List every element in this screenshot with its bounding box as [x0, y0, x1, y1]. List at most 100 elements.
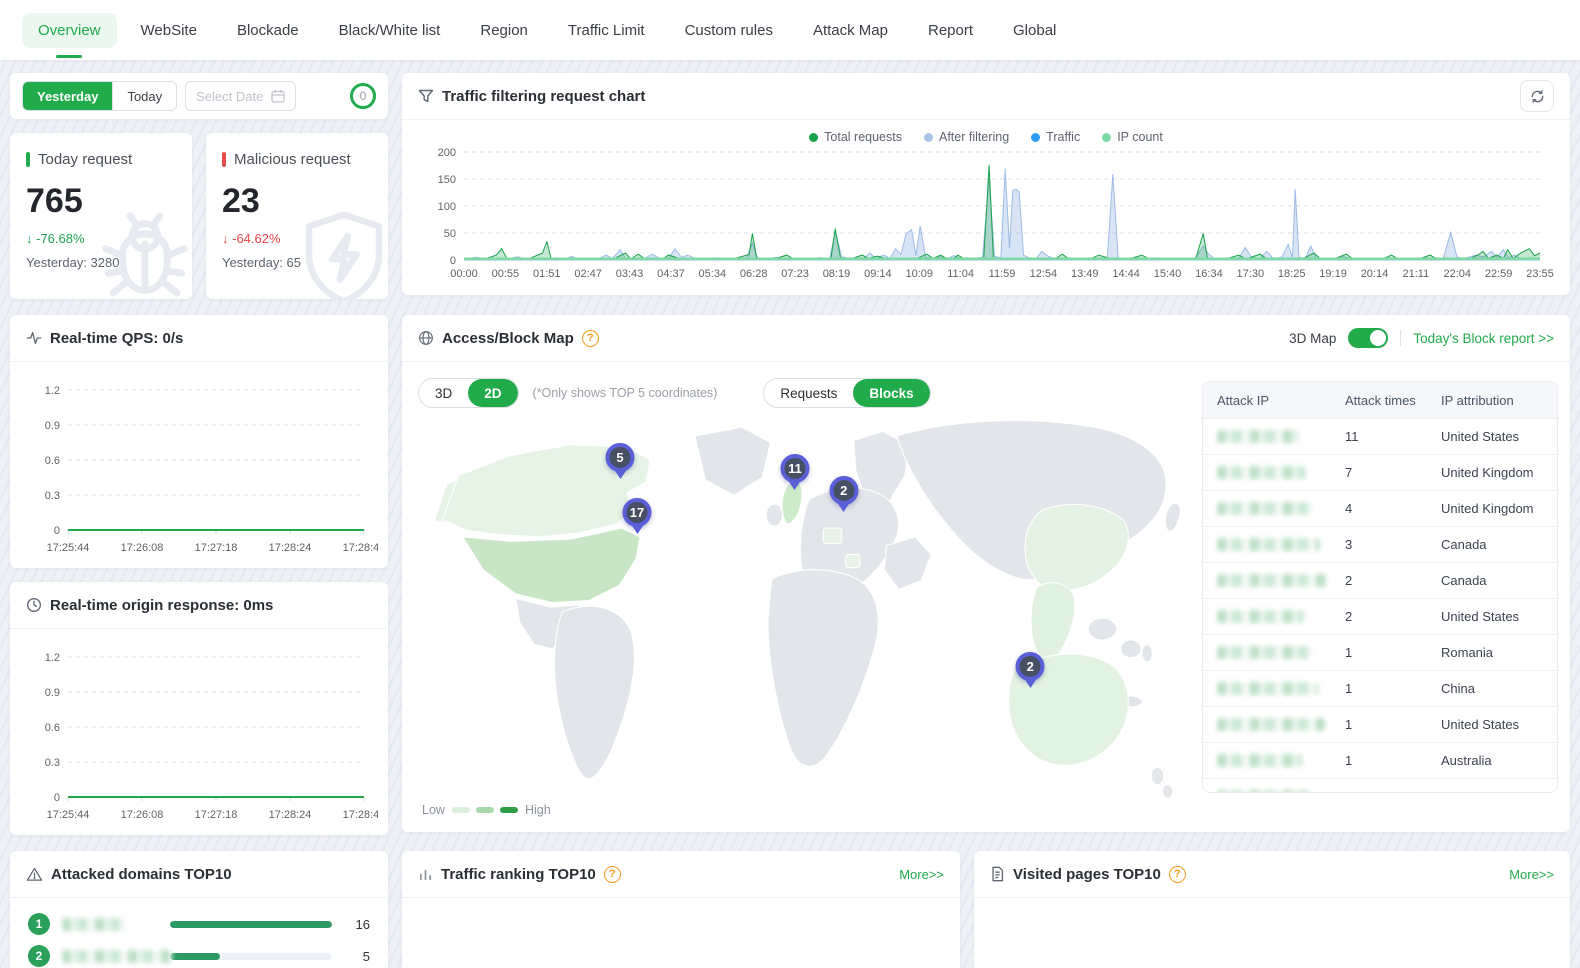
map-pin[interactable]: 11 — [780, 454, 809, 496]
svg-text:08:19: 08:19 — [823, 268, 851, 280]
svg-text:1.2: 1.2 — [45, 652, 60, 664]
redacted-attack-ip — [1217, 754, 1302, 767]
svg-text:1.2: 1.2 — [45, 385, 60, 397]
svg-text:17:25:44: 17:25:44 — [47, 542, 90, 554]
map-pin[interactable]: 2 — [1016, 652, 1045, 694]
date-range-toolbar: Yesterday Today Select Date 0 — [10, 73, 388, 119]
svg-text:0.9: 0.9 — [45, 420, 60, 432]
nav-tab-attack-map[interactable]: Attack Map — [797, 13, 904, 48]
map-pin-value: 17 — [623, 498, 652, 527]
map-pin-value: 11 — [780, 454, 809, 483]
refresh-countdown-badge[interactable]: 0 — [350, 83, 376, 109]
attacked-domains-title: Attacked domains TOP10 — [51, 866, 232, 883]
svg-text:0.9: 0.9 — [45, 687, 60, 699]
redacted-attack-ip — [1217, 790, 1309, 793]
map-pin-value: 2 — [829, 476, 858, 505]
nav-tab-blockade[interactable]: Blockade — [221, 13, 315, 48]
ip-attribution: Australia — [1441, 753, 1543, 768]
attack-table-row: 1Romania — [1203, 634, 1557, 670]
nav-tab-overview[interactable]: Overview — [22, 13, 117, 48]
svg-text:17:30: 17:30 — [1237, 268, 1265, 280]
nav-tab-traffic-limit[interactable]: Traffic Limit — [552, 13, 661, 48]
map-pin[interactable]: 5 — [606, 443, 635, 485]
traffic-ranking-more-link[interactable]: More>> — [899, 867, 944, 882]
svg-text:150: 150 — [438, 174, 456, 186]
redacted-attack-ip — [1217, 574, 1327, 587]
svg-text:0.6: 0.6 — [45, 722, 60, 734]
legend-item[interactable]: Total requests — [809, 130, 902, 144]
ip-attribution: United Kingdom — [1441, 501, 1543, 516]
map-mode-3d[interactable]: 3D — [419, 379, 468, 407]
svg-text:16:34: 16:34 — [1195, 268, 1223, 280]
attack-table-row: 11United States — [1203, 418, 1557, 454]
legend-item[interactable]: After filtering — [924, 130, 1009, 144]
redacted-attack-ip — [1217, 610, 1304, 623]
redacted-attack-ip — [1217, 682, 1318, 695]
svg-text:0.6: 0.6 — [45, 455, 60, 467]
redacted-attack-ip — [1217, 646, 1311, 659]
map-filter-blocks[interactable]: Blocks — [853, 379, 929, 407]
visited-pages-help-icon[interactable]: ? — [1169, 866, 1186, 883]
world-map[interactable]: 5 17 11 2 2 — [418, 414, 1192, 798]
map-mode-segment: 3D2D — [418, 378, 519, 408]
svg-text:0: 0 — [54, 525, 60, 537]
domain-attack-count: 16 — [344, 917, 370, 932]
nav-tab-black-white-list[interactable]: Black/White list — [323, 13, 457, 48]
map-mode-2d[interactable]: 2D — [468, 379, 517, 407]
todays-block-report-link[interactable]: Today's Block report >> — [1413, 331, 1554, 346]
map-pin[interactable]: 2 — [829, 476, 858, 518]
attack-times: 1 — [1345, 681, 1441, 696]
redacted-attack-ip — [1217, 502, 1313, 515]
visited-pages-title: Visited pages TOP10 — [1013, 866, 1161, 883]
attack-table-row: 2Canada — [1203, 562, 1557, 598]
nav-tab-website[interactable]: WebSite — [125, 13, 213, 48]
nav-tab-global[interactable]: Global — [997, 13, 1072, 48]
svg-text:00:00: 00:00 — [450, 268, 478, 280]
map-pin-value: 5 — [606, 443, 635, 472]
svg-text:17:28:24: 17:28:24 — [269, 542, 312, 554]
today-button[interactable]: Today — [112, 82, 176, 110]
attack-times: 1 — [1345, 789, 1441, 793]
svg-text:100: 100 — [438, 201, 456, 213]
divider — [1400, 330, 1401, 346]
legend-item[interactable]: Traffic — [1031, 130, 1080, 144]
svg-text:17:27:18: 17:27:18 — [195, 542, 238, 554]
legend-dot — [809, 133, 818, 142]
origin-response-chart[interactable]: 00.30.60.91.217:25:4417:26:0817:27:1817:… — [20, 643, 378, 823]
traffic-ranking-help-icon[interactable]: ? — [604, 866, 621, 883]
qps-chart[interactable]: 00.30.60.91.217:25:4417:26:0817:27:1817:… — [20, 376, 378, 556]
redacted-attack-ip — [1217, 466, 1306, 479]
3d-map-toggle[interactable] — [1348, 328, 1388, 348]
select-date-field[interactable]: Select Date — [185, 81, 296, 111]
yesterday-button[interactable]: Yesterday — [23, 82, 112, 110]
realtime-origin-response-card: Real-time origin response: 0ms 00.30.60.… — [10, 582, 388, 835]
map-help-icon[interactable]: ? — [582, 330, 599, 347]
svg-text:17:27:18: 17:27:18 — [195, 809, 238, 821]
visited-pages-more-link[interactable]: More>> — [1509, 867, 1554, 882]
map-filter-requests[interactable]: Requests — [764, 379, 853, 407]
legend-item[interactable]: IP count — [1102, 130, 1163, 144]
nav-tab-region[interactable]: Region — [464, 13, 544, 48]
attack-table-row: 1Australia — [1203, 742, 1557, 778]
date-range-segment: Yesterday Today — [22, 81, 177, 111]
attack-table-row: 3Canada — [1203, 526, 1557, 562]
attack-times: 4 — [1345, 501, 1441, 516]
bar-chart-icon — [418, 867, 433, 882]
legend-low-label: Low — [422, 803, 445, 817]
attack-times: 3 — [1345, 537, 1441, 552]
map-pin[interactable]: 17 — [623, 498, 652, 540]
svg-text:21:11: 21:11 — [1402, 268, 1429, 280]
3d-map-toggle-label: 3D Map — [1289, 331, 1336, 346]
globe-icon — [418, 330, 434, 346]
svg-text:17:28:41: 17:28:41 — [343, 809, 378, 821]
refresh-button[interactable] — [1520, 80, 1554, 112]
nav-tab-custom-rules[interactable]: Custom rules — [669, 13, 789, 48]
traffic-filtering-chart[interactable]: 05010015020000:0000:5501:5102:4703:4304:… — [416, 146, 1556, 282]
nav-tab-report[interactable]: Report — [912, 13, 989, 48]
map-pin-tail — [631, 525, 643, 540]
svg-text:0.3: 0.3 — [45, 490, 60, 502]
warning-triangle-icon — [26, 866, 43, 883]
svg-text:10:09: 10:09 — [905, 268, 933, 280]
map-pin-tail — [1024, 679, 1036, 694]
domain-bar — [170, 953, 332, 960]
